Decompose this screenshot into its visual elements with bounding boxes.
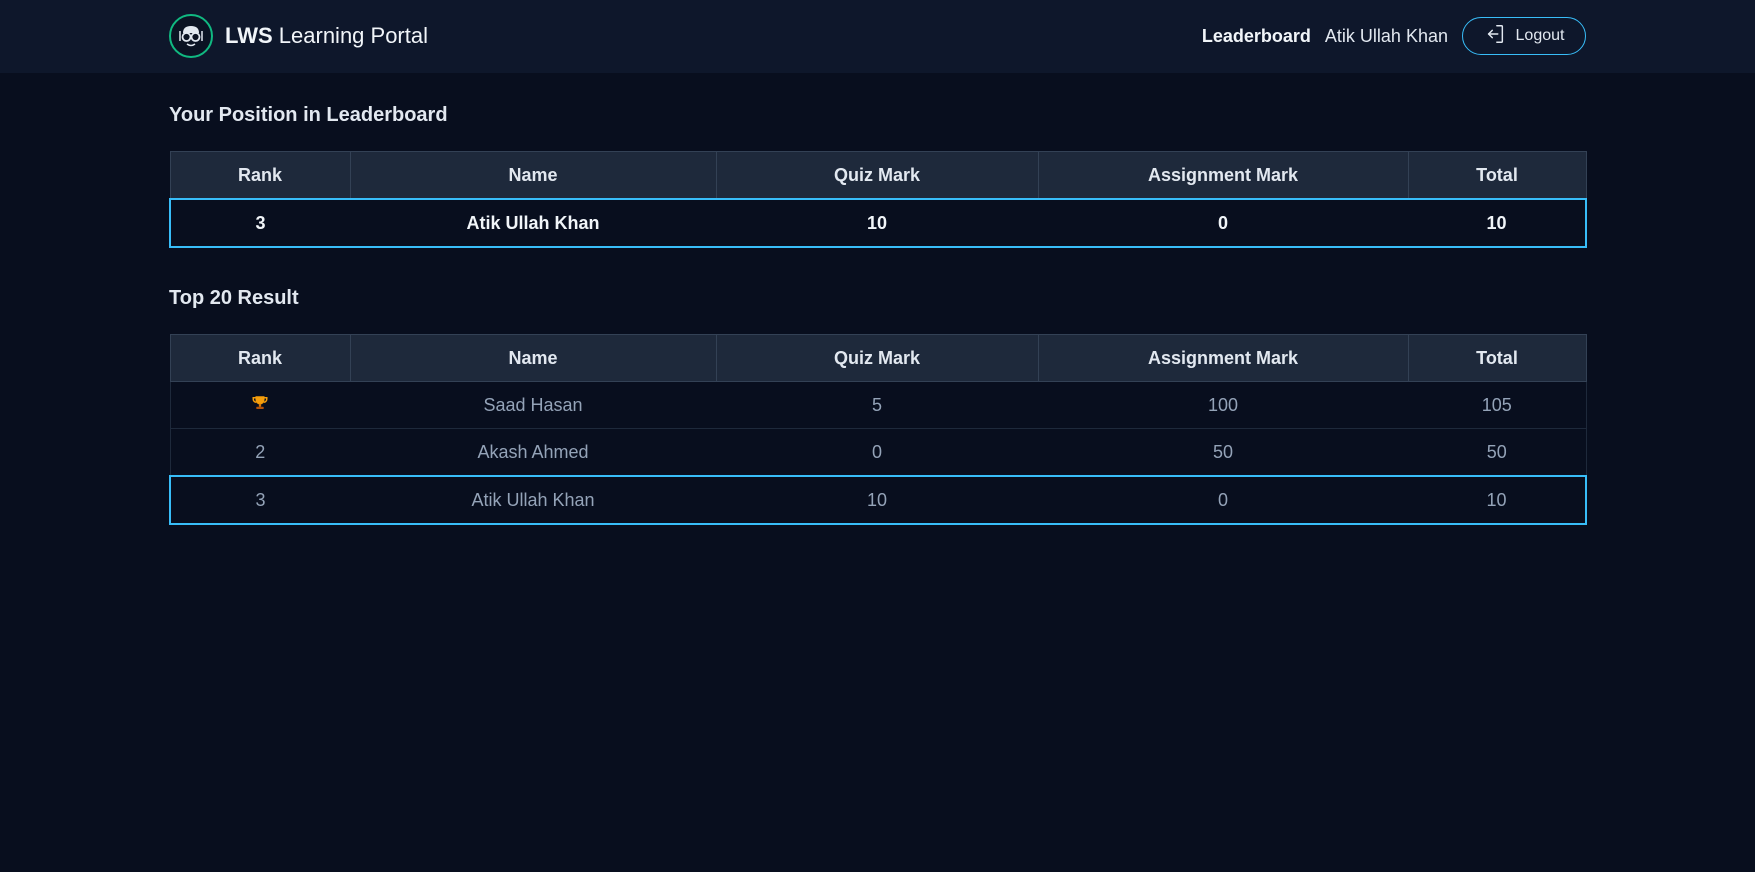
table-row: 2 Akash Ahmed 0 50 50 — [169, 428, 1587, 477]
quiz-mark-cell: 10 — [716, 198, 1038, 248]
column-header-quiz: Quiz Mark — [715, 151, 1039, 200]
nav-right: Leaderboard Atik Ullah Khan Logout — [1202, 17, 1586, 55]
top-navbar: LWS Learning Portal Leaderboard Atik Ull… — [0, 0, 1755, 73]
rank-cell: 3 — [169, 198, 350, 248]
total-cell: 50 — [1408, 428, 1587, 477]
total-cell: 10 — [1408, 198, 1587, 248]
brand[interactable]: LWS Learning Portal — [169, 14, 428, 58]
logout-icon — [1484, 23, 1506, 50]
user-name: Atik Ullah Khan — [1324, 25, 1448, 46]
leaderboard-link[interactable]: Leaderboard — [1202, 26, 1311, 47]
column-header-total: Total — [1407, 334, 1587, 382]
column-header-assignment: Assignment Mark — [1037, 334, 1409, 382]
column-header-rank: Rank — [169, 334, 351, 382]
name-cell: Saad Hasan — [350, 381, 716, 429]
rank-cell — [169, 381, 350, 429]
top-results-table: Rank Name Quiz Mark Assignment Mark Tota… — [169, 334, 1587, 525]
trophy-icon — [251, 394, 269, 417]
column-header-name: Name — [349, 334, 717, 382]
quiz-mark-cell: 5 — [716, 381, 1038, 429]
column-header-assignment: Assignment Mark — [1037, 151, 1409, 200]
table-row: Saad Hasan 5 100 105 — [169, 381, 1587, 429]
lws-logo-icon — [169, 14, 213, 58]
quiz-mark-cell: 10 — [716, 475, 1038, 525]
top-results-header-row: Rank Name Quiz Mark Assignment Mark Tota… — [169, 334, 1587, 382]
assignment-mark-cell: 0 — [1038, 198, 1408, 248]
column-header-rank: Rank — [169, 151, 351, 200]
position-header-row: Rank Name Quiz Mark Assignment Mark Tota… — [169, 151, 1587, 200]
logout-button[interactable]: Logout — [1462, 17, 1586, 55]
assignment-mark-cell: 0 — [1038, 475, 1408, 525]
quiz-mark-cell: 0 — [716, 428, 1038, 477]
assignment-mark-cell: 100 — [1038, 381, 1408, 429]
top-results-title: Top 20 Result — [169, 287, 299, 309]
rank-cell: 2 — [169, 428, 350, 477]
position-section-title: Your Position in Leaderboard — [169, 104, 448, 126]
column-header-quiz: Quiz Mark — [715, 334, 1039, 382]
position-table: Rank Name Quiz Mark Assignment Mark Tota… — [169, 151, 1587, 248]
name-cell: Atik Ullah Khan — [350, 198, 716, 248]
logout-label: Logout — [1515, 27, 1565, 44]
column-header-total: Total — [1407, 151, 1587, 200]
column-header-name: Name — [349, 151, 717, 200]
name-cell: Akash Ahmed — [350, 428, 716, 477]
total-cell: 10 — [1408, 475, 1587, 525]
brand-title: LWS Learning Portal — [225, 23, 428, 48]
my-position-row: 3 Atik Ullah Khan 10 0 10 — [169, 198, 1587, 248]
total-cell: 105 — [1408, 381, 1587, 429]
rank-cell: 3 — [169, 475, 350, 525]
name-cell: Atik Ullah Khan — [350, 475, 716, 525]
assignment-mark-cell: 50 — [1038, 428, 1408, 477]
table-row-current-user: 3 Atik Ullah Khan 10 0 10 — [169, 475, 1587, 525]
